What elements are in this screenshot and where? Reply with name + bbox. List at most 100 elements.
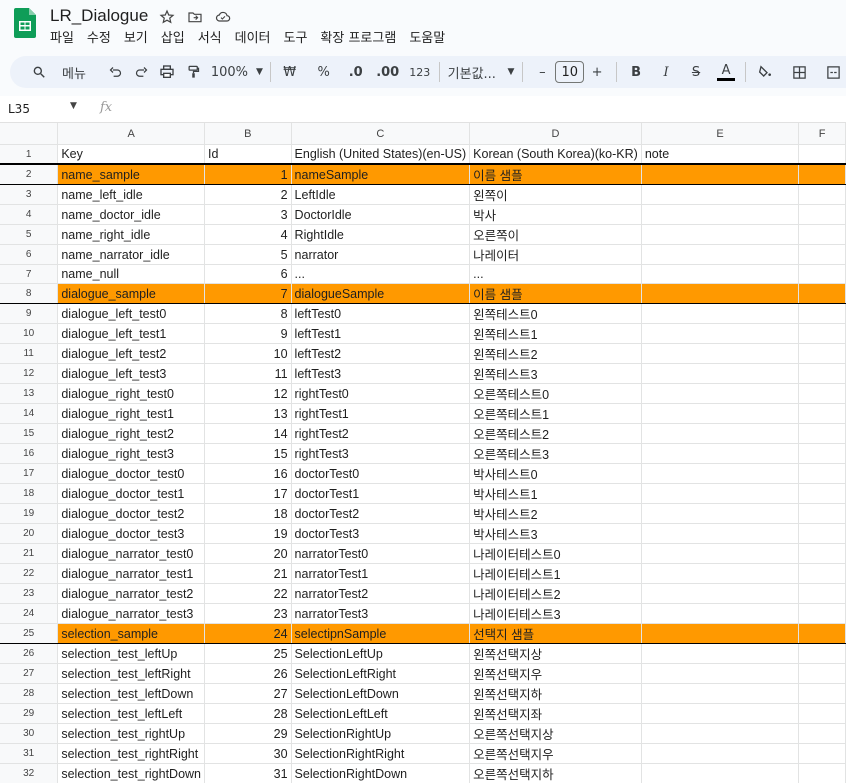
cell-korean[interactable]: 박사테스트3 <box>469 523 642 544</box>
cell-english[interactable]: SelectionLeftLeft <box>291 703 471 724</box>
cell-id[interactable]: 6 <box>204 264 292 284</box>
chevron-down-icon[interactable]: ▼ <box>70 101 77 111</box>
cell-note[interactable] <box>641 403 800 424</box>
row-number[interactable]: 24 <box>0 603 59 624</box>
cloud-status-icon[interactable] <box>214 8 232 26</box>
cell-id[interactable]: 24 <box>204 623 292 644</box>
increase-decimal-button[interactable]: .00 <box>376 60 399 84</box>
cell-english[interactable]: doctorTest0 <box>291 463 471 484</box>
cell-f[interactable] <box>798 643 846 664</box>
zoom-select[interactable]: 100% ▼ <box>211 60 263 84</box>
cell-note[interactable] <box>641 703 800 724</box>
menu-search[interactable]: 메뉴 <box>20 59 102 85</box>
cell-f[interactable] <box>798 323 846 344</box>
cell-korean[interactable]: 박사테스트1 <box>469 483 642 504</box>
row-number[interactable]: 16 <box>0 443 59 464</box>
row-number[interactable]: 25 <box>0 623 59 644</box>
cell-english[interactable]: leftTest3 <box>291 363 471 384</box>
cell-id[interactable]: Id <box>204 144 292 165</box>
row-number[interactable]: 7 <box>0 264 59 284</box>
cell-id[interactable]: 31 <box>204 763 292 783</box>
cell-id[interactable]: 20 <box>204 543 292 564</box>
cell-korean[interactable]: 오른쪽테스트1 <box>469 403 642 424</box>
cell-note[interactable] <box>641 264 800 284</box>
cell-english[interactable]: English (United States)(en-US) <box>291 144 471 165</box>
name-box[interactable]: L35 <box>8 102 30 116</box>
cell-f[interactable] <box>798 683 846 704</box>
cell-key[interactable]: dialogue_right_test3 <box>57 443 206 464</box>
cell-id[interactable]: 15 <box>204 443 292 464</box>
cell-korean[interactable]: 이름 샘플 <box>469 163 642 185</box>
cell-key[interactable]: dialogue_narrator_test0 <box>57 543 206 564</box>
cell-note[interactable] <box>641 643 800 664</box>
cell-english[interactable]: ... <box>291 264 471 284</box>
row-number[interactable]: 2 <box>0 163 59 185</box>
print-icon[interactable] <box>156 60 178 84</box>
row-number[interactable]: 27 <box>0 663 59 684</box>
cell-key[interactable]: dialogue_left_test2 <box>57 343 206 364</box>
cell-f[interactable] <box>798 583 846 604</box>
cell-note[interactable] <box>641 363 800 384</box>
cell-id[interactable]: 4 <box>204 224 292 245</box>
cell-english[interactable]: leftTest2 <box>291 343 471 364</box>
cell-english[interactable]: SelectionRightUp <box>291 723 471 744</box>
cell-id[interactable]: 11 <box>204 363 292 384</box>
spreadsheet-grid[interactable]: A B C D E F 1 Key Id English (United States… <box>0 123 846 783</box>
menu-edit[interactable]: 수정 <box>87 27 117 46</box>
cell-id[interactable]: 8 <box>204 303 292 324</box>
cell-english[interactable]: SelectionLeftUp <box>291 643 471 664</box>
menu-tools[interactable]: 도구 <box>284 27 314 46</box>
cell-id[interactable]: 30 <box>204 743 292 764</box>
cell-english[interactable]: rightTest0 <box>291 383 471 404</box>
cell-f[interactable] <box>798 723 846 744</box>
cell-key[interactable]: dialogue_narrator_test2 <box>57 583 206 604</box>
cell-korean[interactable]: 나레이터 <box>469 244 642 265</box>
column-header-d[interactable]: D <box>469 123 642 145</box>
cell-note[interactable] <box>641 244 800 265</box>
cell-id[interactable]: 12 <box>204 383 292 404</box>
cell-f[interactable] <box>798 483 846 504</box>
cell-note[interactable] <box>641 323 800 344</box>
strikethrough-button[interactable]: S <box>685 60 707 84</box>
document-title[interactable]: LR_Dialogue <box>50 6 148 26</box>
font-size-input[interactable]: 10 <box>555 61 585 83</box>
cell-note[interactable] <box>641 583 800 604</box>
cell-english[interactable]: RightIdle <box>291 224 471 245</box>
cell-f[interactable] <box>798 163 846 185</box>
cell-korean[interactable]: 왼쪽테스트2 <box>469 343 642 364</box>
cell-f[interactable] <box>798 363 846 384</box>
cell-id[interactable]: 21 <box>204 563 292 584</box>
cell-note[interactable] <box>641 423 800 444</box>
cell-key[interactable]: selection_test_rightUp <box>57 723 206 744</box>
cell-korean[interactable]: 왼쪽이 <box>469 184 642 205</box>
percent-format-button[interactable]: % <box>313 60 335 84</box>
cell-english[interactable]: doctorTest2 <box>291 503 471 524</box>
row-number[interactable]: 9 <box>0 303 59 324</box>
cell-id[interactable]: 25 <box>204 643 292 664</box>
cell-f[interactable] <box>798 224 846 245</box>
cell-note[interactable] <box>641 204 800 225</box>
row-number[interactable]: 4 <box>0 204 59 225</box>
cell-english[interactable]: SelectionRightRight <box>291 743 471 764</box>
cell-key[interactable]: selection_test_rightRight <box>57 743 206 764</box>
row-number[interactable]: 11 <box>0 343 59 364</box>
cell-key[interactable]: dialogue_left_test1 <box>57 323 206 344</box>
row-number[interactable]: 10 <box>0 323 59 344</box>
row-number[interactable]: 18 <box>0 483 59 504</box>
fill-color-icon[interactable] <box>754 60 776 84</box>
cell-note[interactable] <box>641 743 800 764</box>
cell-key[interactable]: dialogue_right_test0 <box>57 383 206 404</box>
cell-note[interactable] <box>641 303 800 324</box>
cell-korean[interactable]: 나레이터테스트0 <box>469 543 642 564</box>
cell-note[interactable] <box>641 623 800 644</box>
cell-korean[interactable]: Korean (South Korea)(ko-KR) <box>469 144 642 165</box>
cell-korean[interactable]: 왼쪽테스트3 <box>469 363 642 384</box>
cell-id[interactable]: 2 <box>204 184 292 205</box>
borders-icon[interactable] <box>788 60 810 84</box>
cell-f[interactable] <box>798 204 846 225</box>
cell-korean[interactable]: 오른쪽선택지우 <box>469 743 642 764</box>
cell-english[interactable]: selectipnSample <box>291 623 471 644</box>
star-icon[interactable] <box>158 8 176 26</box>
cell-note[interactable] <box>641 543 800 564</box>
cell-key[interactable]: dialogue_right_test2 <box>57 423 206 444</box>
